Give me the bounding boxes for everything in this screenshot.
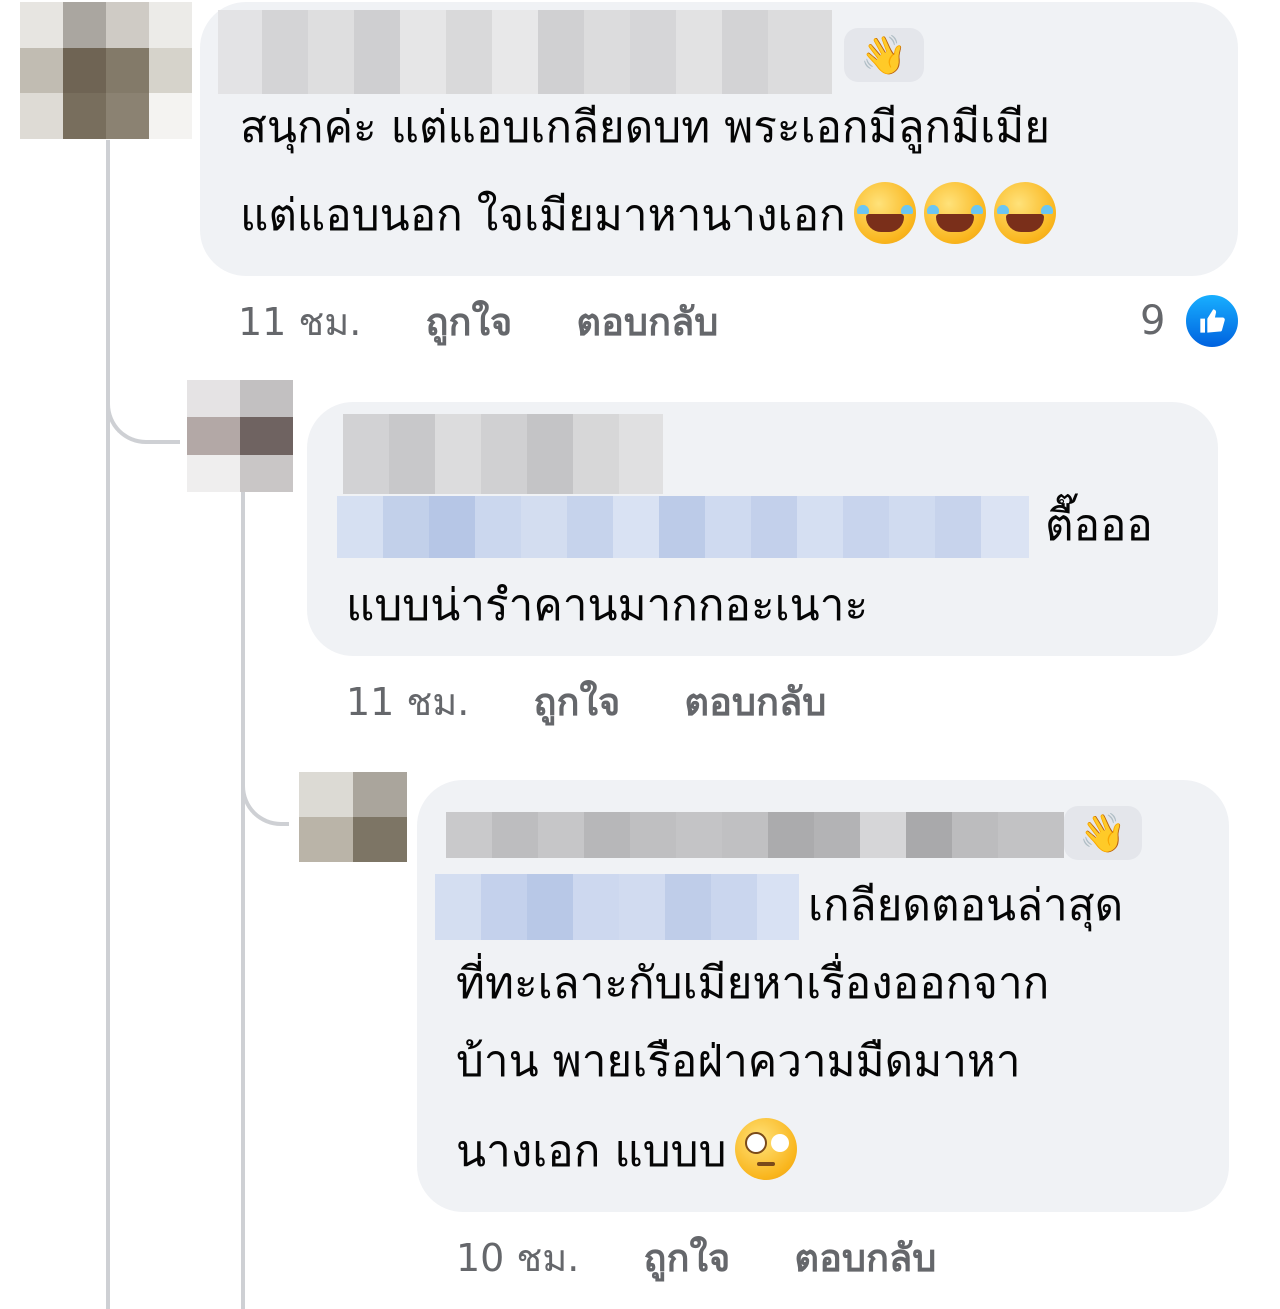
comment-text-line: แบบน่ารำคานมากกอะเนาะ [346,580,869,631]
reply-button[interactable]: ตอบกลับ [684,680,826,724]
like-button[interactable]: ถูกใจ [533,680,620,724]
like-button[interactable]: ถูกใจ [425,300,512,344]
avatar[interactable] [299,772,407,862]
waving-hand-icon: 👋 [844,28,924,82]
comment-text-line: สนุกค่ะ แต่แอบเกลียดบท พระเอกมีลูกมีเมีย [240,102,1051,153]
thumbs-up-glyph [1200,309,1225,333]
like-button[interactable]: ถูกใจ [643,1236,730,1280]
comment-meta: 11 ชม. ถูกใจ ตอบกลับ [346,680,826,724]
comment-text-line: แต่แอบนอก ใจเมียมาหานางเอก [240,176,1056,256]
thread-line-reply [241,492,245,1309]
comment-meta: 11 ชม. ถูกใจ ตอบกลับ [238,300,718,344]
comment-text-line: เกลียดตอนล่าสุด [808,880,1124,931]
laughing-emoji-icon [993,182,1056,244]
comment-text-line-content: นางเอก แบบบ [456,1126,727,1177]
laughing-emoji-icon [923,182,986,244]
rolling-eyes-emoji-icon [734,1118,797,1180]
tagged-name-redacted[interactable] [435,874,799,940]
like-count[interactable]: 9 [1140,298,1165,344]
comment-text-line: ตื๊อออ [1045,500,1153,551]
avatar[interactable] [187,380,293,492]
waving-hand-icon: 👋 [1064,806,1142,860]
thread-branch-1 [106,350,180,444]
comment-text-line-content: แต่แอบนอก ใจเมียมาหานางเอก [240,190,846,241]
reply-button[interactable]: ตอบกลับ [794,1236,936,1280]
timestamp[interactable]: 11 ชม. [346,680,469,724]
thread-branch-2 [241,740,289,826]
reply-button[interactable]: ตอบกลับ [576,300,718,344]
timestamp[interactable]: 10 ชม. [456,1236,579,1280]
avatar[interactable] [20,2,192,139]
comment-text-line: ที่ทะเลาะกับเมียหาเรื่องออกจาก [456,958,1050,1009]
comment-text-line: บ้าน พายเรือฝ่าความมืดมาหา [456,1036,1021,1087]
timestamp[interactable]: 11 ชม. [238,300,361,344]
laughing-emoji-icon [853,182,916,244]
author-name-redacted[interactable] [218,10,834,94]
author-name-redacted[interactable] [446,812,1064,858]
comment-text-line: นางเอก แบบบ [456,1112,797,1192]
tagged-name-redacted[interactable] [337,496,1029,558]
author-name-redacted[interactable] [343,414,663,494]
thread-line-main [106,140,110,1309]
thumbs-up-icon[interactable] [1183,292,1241,350]
comment-meta: 10 ชม. ถูกใจ ตอบกลับ [456,1236,936,1280]
